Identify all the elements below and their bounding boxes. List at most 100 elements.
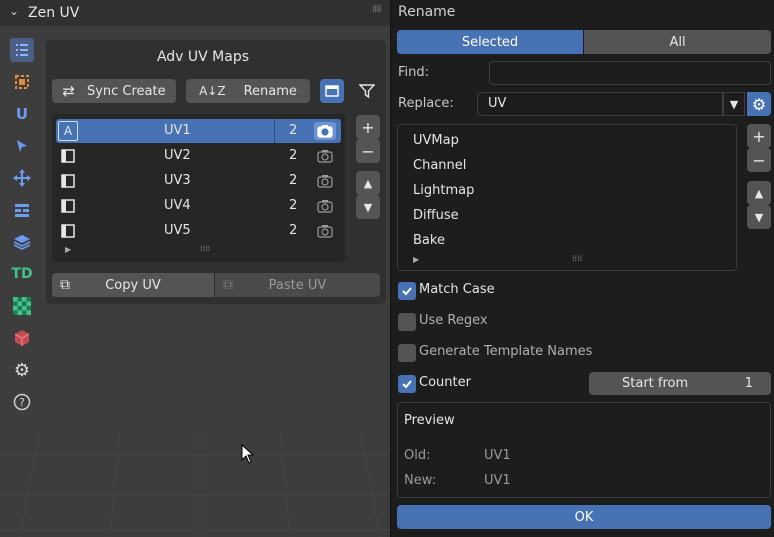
match-case-checkbox[interactable]: Match Case (397, 281, 597, 301)
start-from-field[interactable]: Start from 1 (589, 372, 771, 395)
list-resize-grip-icon[interactable]: ⁞⁞⁞⁞ (200, 244, 210, 253)
uv-divider (274, 194, 275, 218)
help-icon[interactable]: ? (10, 390, 34, 414)
start-from-label: Start from (622, 376, 689, 391)
uv-divider (274, 144, 275, 168)
old-value: UV1 (484, 448, 511, 463)
list-expand-arrow-icon[interactable]: ▶ (65, 245, 71, 254)
remove-preset-button[interactable]: − (747, 148, 771, 172)
preset-label: Channel (413, 158, 467, 173)
list-icon[interactable] (10, 38, 34, 62)
svg-text:?: ? (19, 396, 25, 409)
paste-uv-label: Paste UV (268, 277, 327, 293)
tab-all-label: All (669, 34, 686, 50)
preset-up-button[interactable]: ▲ (747, 181, 771, 205)
preset-expand-arrow-icon[interactable]: ▶ (413, 255, 419, 264)
copy-icon: ⧉ (60, 277, 70, 293)
panel-header[interactable]: ⌄ Zen UV ⁞⁞⁞⁞ (0, 0, 390, 26)
add-uv-button[interactable]: + (356, 115, 380, 139)
adv-uv-title: Adv UV Maps (156, 49, 250, 65)
use-regex-label: Use Regex (419, 313, 488, 328)
preset-resize-grip-icon[interactable]: ⁞⁞⁞⁞ (572, 254, 582, 263)
window-toggle-icon[interactable] (320, 79, 344, 103)
uv-name: UV2 (164, 148, 191, 163)
counter-check-icon (398, 375, 416, 393)
uv-count: 2 (289, 123, 298, 138)
uv-row[interactable]: A UV1 2 (56, 119, 341, 143)
paste-uv-button[interactable]: ⧉ Paste UV (215, 273, 380, 297)
uv-list[interactable]: A UV1 2 UV2 2 UV3 2 UV4 2 UV5 2 ▶ ⁞⁞⁞⁞ (52, 114, 345, 262)
uv-map-icon (58, 146, 78, 166)
new-label: New: (404, 473, 437, 488)
old-label: Old: (404, 448, 431, 463)
uv-divider (274, 219, 275, 243)
collapse-chevron-icon[interactable]: ⌄ (9, 4, 19, 18)
uv-divider (274, 169, 275, 193)
preset-item[interactable]: Diffuse (402, 204, 732, 228)
popup-title: Rename (398, 4, 456, 20)
preset-down-button[interactable]: ▼ (747, 205, 771, 229)
start-from-value: 1 (744, 376, 753, 391)
remove-uv-button[interactable]: − (356, 139, 380, 163)
preset-label: Diffuse (413, 208, 459, 223)
counter-label: Counter (419, 375, 471, 390)
uv-islands-icon[interactable] (10, 70, 34, 94)
uv-map-icon (58, 221, 78, 241)
tab-selected[interactable]: Selected (397, 30, 583, 54)
sync-create-button[interactable]: ⇄ Sync Create (52, 79, 176, 103)
uv-count: 2 (289, 173, 298, 188)
copy-uv-label: Copy UV (105, 277, 161, 293)
box-icon[interactable] (10, 326, 34, 350)
stack-icon[interactable] (10, 198, 34, 222)
layers-icon[interactable] (10, 230, 34, 254)
drag-handle-icon[interactable]: ⁞⁞⁞⁞ (372, 4, 382, 15)
uv-row[interactable]: UV2 2 (56, 144, 341, 168)
add-preset-button[interactable]: + (747, 124, 771, 148)
u-icon[interactable]: U (10, 102, 34, 126)
replace-dropdown-icon[interactable]: ▼ (723, 92, 745, 116)
camera-off-icon[interactable] (314, 222, 336, 240)
sort-az-icon: A↓Z (199, 84, 226, 98)
tab-all[interactable]: All (584, 30, 771, 54)
gen-template-label: Generate Template Names (419, 344, 593, 359)
uv-divider (274, 119, 275, 143)
replace-settings-gear-icon[interactable]: ⚙ (747, 92, 771, 116)
counter-checkbox[interactable]: Counter (397, 374, 557, 394)
replace-label: Replace: (398, 96, 454, 111)
move-icon[interactable] (10, 166, 34, 190)
find-input[interactable] (489, 61, 771, 85)
preset-item[interactable]: Lightmap (402, 179, 732, 203)
ok-button[interactable]: OK (397, 505, 771, 529)
checker-icon[interactable] (10, 294, 34, 318)
gen-template-checkbox[interactable]: Generate Template Names (397, 343, 657, 363)
td-icon[interactable]: TD (10, 262, 34, 286)
move-down-button[interactable]: ▼ (356, 195, 380, 219)
copy-uv-button[interactable]: ⧉ Copy UV (52, 273, 214, 297)
rename-button[interactable]: A↓Z Rename (186, 79, 310, 103)
uv-map-icon (58, 196, 78, 216)
td-label: TD (11, 266, 33, 282)
preset-item[interactable]: Channel (402, 154, 732, 178)
preset-item[interactable]: Bake (402, 229, 732, 253)
preview-box: Preview Old: UV1 New: UV1 (397, 402, 771, 498)
uv-row[interactable]: UV5 2 (56, 219, 341, 243)
uv-row[interactable]: UV4 2 (56, 194, 341, 218)
camera-off-icon[interactable] (314, 147, 336, 165)
use-regex-checkbox[interactable]: Use Regex (397, 312, 597, 332)
uv-row[interactable]: UV3 2 (56, 169, 341, 193)
camera-off-icon[interactable] (314, 172, 336, 190)
preset-list[interactable]: UVMap Channel Lightmap Diffuse Bake ▶ ⁞⁞⁞⁞ (397, 124, 737, 271)
viewport[interactable]: ⌄ Zen UV ⁞⁞⁞⁞ U TD ⚙ ? Adv UV Maps ⇄ Syn… (0, 0, 390, 537)
uv-name: UV5 (164, 223, 191, 238)
match-case-label: Match Case (419, 282, 495, 297)
select-cursor-icon[interactable] (10, 134, 34, 158)
camera-off-icon[interactable] (314, 197, 336, 215)
replace-input[interactable]: UV (477, 92, 723, 116)
filter-icon[interactable] (355, 79, 379, 103)
move-up-button[interactable]: ▲ (356, 171, 380, 195)
preset-item[interactable]: UVMap (402, 129, 732, 153)
uv-active-icon: A (58, 121, 78, 141)
new-value: UV1 (484, 473, 511, 488)
gear-icon[interactable]: ⚙ (10, 358, 34, 382)
camera-icon[interactable] (314, 122, 336, 140)
